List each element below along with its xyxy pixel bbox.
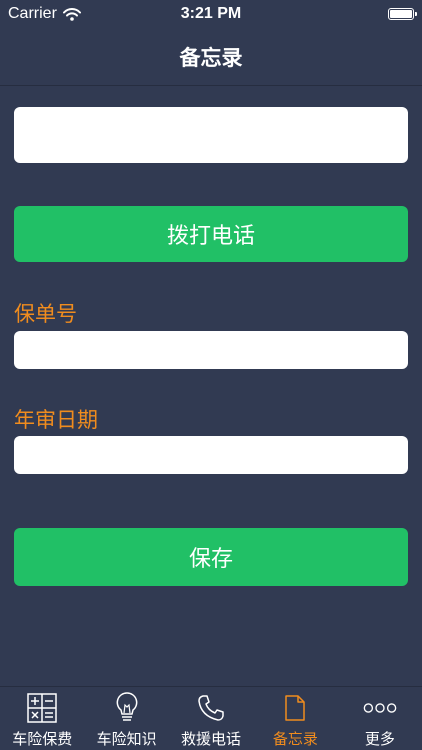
phone-icon: [194, 691, 228, 725]
tab-label: 备忘录: [272, 730, 318, 748]
tab-label: 车险保费: [12, 730, 73, 748]
tab-insurance-knowledge[interactable]: 车险知识: [84, 687, 168, 750]
battery-icon: [388, 8, 417, 20]
status-time: 3:21 PM: [180, 5, 242, 22]
save-button-label: 保存: [188, 547, 233, 572]
lightbulb-icon: [110, 691, 144, 725]
inspection-date-input[interactable]: [14, 436, 408, 474]
more-icon: [363, 691, 397, 725]
phone-number-input[interactable]: [14, 107, 408, 163]
tab-more[interactable]: 更多: [338, 687, 422, 750]
tab-label: 车险知识: [96, 730, 157, 748]
status-bar: Carrier 3:21 PM: [0, 0, 422, 30]
call-button-label: 拨打电话: [166, 224, 255, 249]
tab-insurance-premium[interactable]: 车险保费: [0, 687, 84, 750]
tab-label: 更多: [364, 730, 395, 748]
navigation-bar: 备忘录: [0, 30, 422, 86]
inspection-date-label: 年审日期: [14, 408, 98, 432]
tab-rescue-phone[interactable]: 救援电话: [169, 687, 253, 750]
policy-number-input[interactable]: [14, 331, 408, 369]
save-button[interactable]: 保存: [14, 528, 408, 586]
document-icon: [278, 691, 312, 725]
tab-memo[interactable]: 备忘录: [253, 687, 337, 750]
policy-number-label: 保单号: [14, 302, 77, 326]
call-button[interactable]: 拨打电话: [14, 206, 408, 262]
tab-bar: 车险保费 车险知识 救援电话 备忘录 更多: [0, 686, 422, 750]
tab-label: 救援电话: [181, 730, 242, 748]
page-title: 备忘录: [179, 46, 243, 70]
calculator-icon: [25, 691, 59, 725]
